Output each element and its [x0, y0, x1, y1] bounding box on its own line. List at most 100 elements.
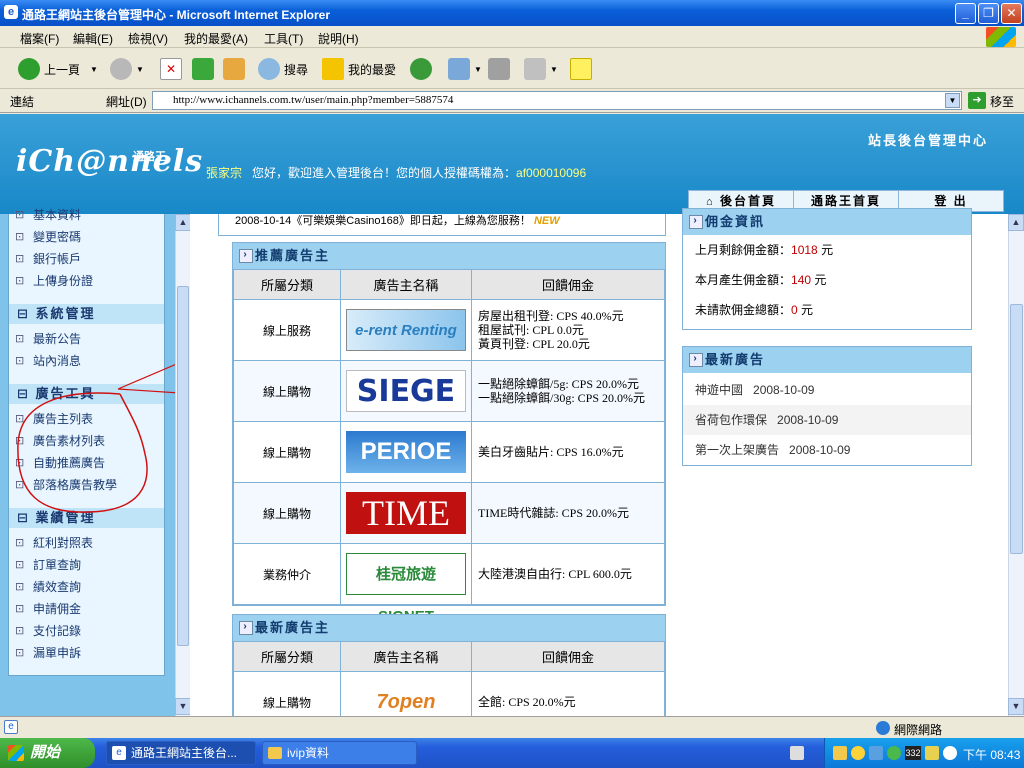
- time-logo[interactable]: TIME: [346, 492, 466, 534]
- edit-icon: [524, 58, 546, 80]
- tray-volume-icon[interactable]: [943, 746, 957, 760]
- go-arrow-icon[interactable]: ➜: [968, 92, 986, 109]
- sidebar-section-system[interactable]: ⊟ 系統管理: [9, 304, 164, 324]
- browser-toolbar: 上一頁 ▼ ▼ ✕ 搜尋 我的最愛 ▼ ▼: [0, 49, 1024, 89]
- scroll-down-icon[interactable]: ▼: [1008, 698, 1024, 715]
- sidebar-scrollbar[interactable]: ▲ ▼: [175, 214, 191, 716]
- sidebar-item-performance-query[interactable]: 績效查詢: [15, 578, 81, 596]
- notes-button[interactable]: [570, 57, 596, 81]
- menu-file[interactable]: 檔案(F): [20, 30, 59, 47]
- sidebar-item-order-query[interactable]: 訂單查詢: [15, 556, 81, 574]
- scroll-up-icon[interactable]: ▲: [175, 214, 191, 231]
- col-category: 所屬分類: [233, 641, 341, 672]
- site-logo[interactable]: iCh@nnels: [16, 144, 203, 179]
- address-label: 網址(D): [106, 95, 147, 109]
- sidebar: 基本資料 變更密碼 銀行帳戶 上傳身份證 ⊟ 系統管理 最新公告 站內消息 ⊟ …: [0, 206, 201, 716]
- sidebar-item-profile[interactable]: 基本資料: [15, 206, 81, 224]
- tray-smiley-icon[interactable]: [851, 746, 865, 760]
- admin-center-title: 站長後台管理中心: [867, 133, 988, 148]
- menu-view[interactable]: 檢視(V): [128, 30, 168, 47]
- links-label[interactable]: 連結: [10, 93, 34, 110]
- table-row: 業務仲介 桂冠旅遊 SIGNET 大陸港澳自由行: CPL 600.0元: [233, 543, 665, 625]
- list-item[interactable]: 省荷包作環保 2008-10-09: [683, 405, 971, 435]
- sidebar-item-change-password[interactable]: 變更密碼: [15, 228, 81, 246]
- page-scrollbar[interactable]: ▲ ▼: [1008, 214, 1024, 716]
- siege-logo[interactable]: SIEGE: [346, 370, 466, 412]
- menu-edit[interactable]: 編輯(E): [73, 30, 113, 47]
- close-button[interactable]: ✕: [1001, 3, 1022, 24]
- home-icon: [223, 58, 245, 80]
- scroll-up-icon[interactable]: ▲: [1008, 214, 1024, 231]
- windows-flag-icon: [8, 745, 24, 761]
- history-icon: [410, 58, 432, 80]
- notice-bar[interactable]: 2008-10-14《可樂娛樂Casino168》即日起，上線為您服務！ NEW: [218, 214, 666, 236]
- address-input[interactable]: http://www.ichannels.com.tw/user/main.ph…: [152, 91, 962, 110]
- 7open-logo[interactable]: 7open: [346, 681, 466, 716]
- page-viewport: iCh@nnels 通路王 張家宗 您好，歡迎進入管理後台！您的個人授權碼權為：…: [0, 114, 1024, 716]
- mail-button[interactable]: ▼: [448, 57, 482, 81]
- star-icon: [322, 58, 344, 80]
- keyboard-icon[interactable]: [790, 746, 804, 760]
- page-scroll-thumb[interactable]: [1010, 304, 1023, 554]
- address-dropdown-icon[interactable]: ▼: [945, 93, 960, 108]
- clock[interactable]: 下午 08:43: [963, 746, 1020, 763]
- sidebar-item-missing-order[interactable]: 漏單申訴: [15, 644, 81, 662]
- refresh-button[interactable]: [192, 57, 218, 81]
- tray-network-icon[interactable]: [869, 746, 883, 760]
- page-icon: e: [4, 720, 18, 734]
- history-button[interactable]: [410, 57, 436, 81]
- start-button[interactable]: 開始: [0, 738, 95, 768]
- scroll-down-icon[interactable]: ▼: [175, 698, 191, 715]
- task-ie-window[interactable]: e 通路王網站主後台...: [106, 741, 256, 765]
- task-folder-window[interactable]: ivip資料: [262, 741, 417, 765]
- collapse-icon: ⊟: [17, 306, 30, 321]
- sidebar-scroll-thumb[interactable]: [177, 286, 189, 646]
- maximize-button[interactable]: ❐: [978, 3, 999, 24]
- tray-folder-icon[interactable]: [833, 746, 847, 760]
- perioe-logo[interactable]: PERIOE: [346, 431, 466, 473]
- erent-logo[interactable]: e-rent Renting: [346, 309, 466, 351]
- sidebar-item-bank-account[interactable]: 銀行帳戶: [15, 250, 81, 268]
- menu-tools[interactable]: 工具(T): [264, 30, 303, 47]
- list-item[interactable]: 神遊中國 2008-10-09: [683, 375, 971, 405]
- col-commission: 回饋佣金: [471, 641, 665, 672]
- security-zone: 網際網路: [894, 723, 943, 737]
- menu-help[interactable]: 說明(H): [318, 30, 359, 47]
- print-button[interactable]: [488, 57, 514, 81]
- mail-icon: [448, 58, 470, 80]
- window-titlebar[interactable]: e 通路王網站主後台管理中心 - Microsoft Internet Expl…: [0, 0, 1024, 26]
- home-icon: ⌂: [705, 196, 715, 208]
- user-name: 張家宗: [206, 166, 243, 180]
- tray-counter[interactable]: 332: [905, 746, 921, 760]
- forward-arrow-icon: [110, 58, 132, 80]
- back-button[interactable]: 上一頁 ▼: [18, 57, 98, 81]
- status-bar: e 網際網路: [0, 716, 1024, 738]
- tray-chat-icon[interactable]: [925, 746, 939, 760]
- stop-button[interactable]: ✕: [160, 57, 186, 81]
- sidebar-item-apply-commission[interactable]: 申請佣金: [15, 600, 81, 618]
- list-item[interactable]: 第一次上架廣告 2008-10-09: [683, 435, 971, 465]
- menu-bar: 檔案(F) 編輯(E) 檢視(V) 我的最愛(A) 工具(T) 說明(H): [0, 26, 1024, 48]
- menu-favorites[interactable]: 我的最愛(A): [184, 30, 248, 47]
- address-bar: 連結 網址(D) http://www.ichannels.com.tw/use…: [0, 89, 1024, 113]
- signet-logo[interactable]: 桂冠旅遊 SIGNET: [346, 553, 466, 625]
- auth-code: af000010096: [516, 166, 587, 180]
- sidebar-item-bonus-table[interactable]: 紅利對照表: [15, 534, 93, 552]
- minimize-button[interactable]: _: [955, 3, 976, 24]
- search-button[interactable]: 搜尋: [258, 57, 308, 81]
- back-arrow-icon: [18, 58, 40, 80]
- forward-button[interactable]: ▼: [110, 57, 144, 81]
- favorites-button[interactable]: 我的最愛: [322, 57, 396, 81]
- sidebar-item-payment-records[interactable]: 支付記錄: [15, 622, 81, 640]
- sidebar-item-upload-id[interactable]: 上傳身份證: [15, 272, 93, 290]
- tray-user-icon[interactable]: [887, 746, 901, 760]
- site-logo-subtitle: 通路王: [133, 151, 166, 163]
- col-advertiser: 廣告主名稱: [340, 641, 472, 672]
- home-button[interactable]: [223, 57, 249, 81]
- latest-ads-title: 最新廣告: [683, 347, 971, 373]
- refresh-icon: [192, 58, 214, 80]
- commission-row: 未請款佣金總額：0 元: [695, 303, 814, 317]
- go-button[interactable]: 移至: [990, 93, 1014, 110]
- edit-button[interactable]: ▼: [524, 57, 558, 81]
- system-tray: 332 下午 08:43: [824, 738, 1024, 768]
